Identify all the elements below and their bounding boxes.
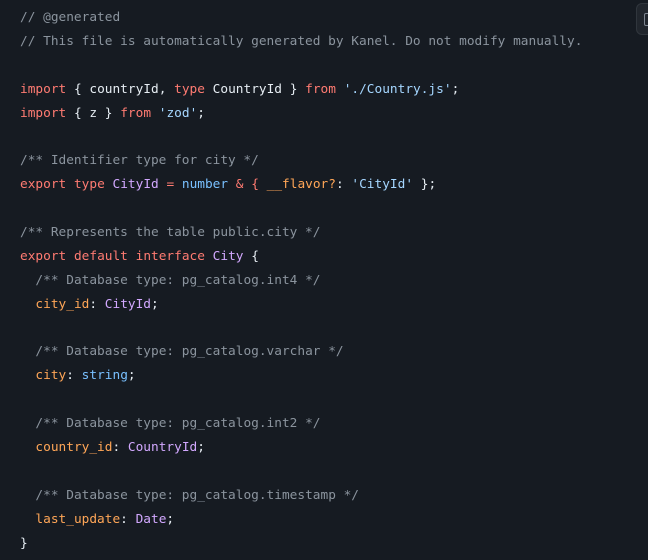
punct: }; [413, 177, 437, 193]
code-line: export type CityId = number & { __flavor… [20, 173, 648, 197]
keyword: export [20, 248, 67, 264]
field-comment: /** Database type: pg_catalog.int2 */ [35, 416, 321, 432]
field-name: city [35, 368, 67, 384]
property: __flavor? [266, 177, 336, 193]
copy-button[interactable] [636, 3, 648, 35]
identifier: countryId [89, 81, 159, 97]
keyword: from [305, 81, 336, 97]
code-line: import { z } from 'zod'; [20, 102, 648, 126]
code-line: } [20, 535, 28, 551]
keyword: import [20, 81, 67, 97]
keyword: interface [135, 248, 205, 264]
punct: { [66, 81, 90, 97]
code-line: import { countryId, type CountryId } fro… [20, 78, 648, 102]
keyword: import [20, 105, 67, 121]
code-line: /** Database type: pg_catalog.varchar */ [20, 340, 648, 364]
type-name: CityId [112, 177, 159, 193]
identifier: z [89, 105, 98, 121]
punct [336, 82, 344, 97]
field-comment: /** Database type: pg_catalog.timestamp … [35, 487, 360, 503]
field-name: country_id [35, 440, 113, 456]
operator: & { [228, 177, 267, 193]
punct: ; [451, 81, 460, 97]
punct: : [335, 177, 352, 193]
keyword: type [73, 177, 105, 193]
field-type: CityId [104, 296, 152, 312]
field-comment: /** Database type: pg_catalog.int4 */ [35, 272, 321, 288]
punct: } [97, 105, 121, 121]
punct: { [66, 105, 90, 121]
operator: = [158, 177, 182, 193]
code-line: city: string; [35, 368, 136, 384]
punct [151, 106, 159, 121]
keyword: type [174, 81, 205, 97]
field-name: city_id [35, 296, 90, 312]
type-name: number [181, 177, 229, 193]
code-line: /** Database type: pg_catalog.timestamp … [20, 484, 648, 508]
punct: , [158, 81, 175, 97]
code-line: /** Identifier type for city */ [20, 153, 259, 169]
code-line: export default interface City { [20, 245, 648, 269]
string: './Country.js' [343, 81, 452, 97]
keyword: export [20, 177, 67, 193]
keyword: from [120, 105, 152, 121]
punct: ; [197, 105, 205, 121]
string: 'CityId' [351, 177, 414, 193]
code-line: city_id: CityId; [35, 296, 159, 312]
string: 'zod' [158, 105, 198, 121]
field-type: CountryId [127, 440, 198, 456]
field-type: string [81, 368, 128, 384]
code-line: last_update: Date; [35, 511, 175, 527]
copy-icon [644, 13, 648, 26]
code-line: // @generated [20, 10, 121, 25]
code-line: /** Database type: pg_catalog.int4 */ [20, 269, 648, 293]
identifier: CountryId [212, 81, 283, 97]
punct: { [243, 248, 259, 264]
code-line: /** Represents the table public.city */ [20, 225, 321, 241]
type-name: City [212, 248, 244, 264]
code-line: // This file is automatically generated … [20, 33, 583, 49]
punct: } [282, 81, 306, 97]
code-line: country_id: CountryId; [35, 440, 205, 456]
code-line: /** Database type: pg_catalog.int2 */ [20, 412, 648, 436]
field-comment: /** Database type: pg_catalog.varchar */ [35, 344, 344, 360]
field-type: Date [135, 511, 167, 527]
field-name: last_update [35, 511, 121, 527]
punct [205, 82, 213, 97]
keyword: default [73, 248, 128, 264]
code-block: // @generated // This file is automatica… [0, 0, 648, 560]
